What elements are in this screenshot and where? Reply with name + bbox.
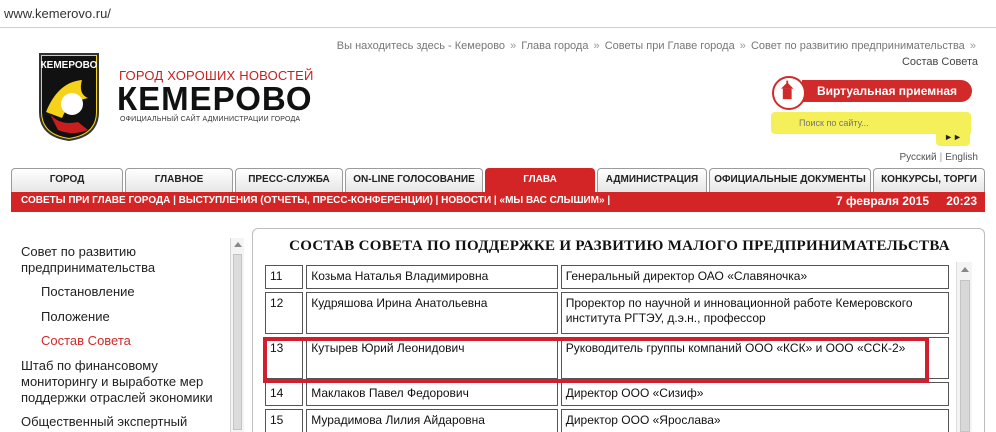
- breadcrumb-link-kemerovo[interactable]: Кемерово: [455, 40, 505, 52]
- scroll-up-arrow-icon[interactable]: [961, 267, 969, 272]
- row-number: 11: [265, 265, 304, 289]
- search-submit-button[interactable]: ►►: [936, 128, 970, 146]
- svg-text:КЕМЕРОВО: КЕМЕРОВО: [41, 60, 98, 71]
- scrollbar-thumb[interactable]: [233, 254, 242, 430]
- menu-tab-main[interactable]: ГЛАВНОЕ: [125, 168, 233, 192]
- main-menu: ГОРОД ГЛАВНОЕ ПРЕСС-СЛУЖБА ON-LINE ГОЛОС…: [11, 168, 985, 192]
- member-position: Проректор по научной и инновационной раб…: [560, 292, 949, 334]
- sidebar-item-expert-council[interactable]: Общественный экспертный: [21, 414, 225, 430]
- breadcrumb: Вы находитесь здесь - Кемерово » Глава г…: [318, 38, 978, 70]
- sidebar-item-resolution[interactable]: Постановление: [41, 284, 135, 300]
- menu-tab-head[interactable]: ГЛАВА: [485, 168, 595, 192]
- member-name: Мурадимова Лилия Айдаровна: [306, 409, 558, 432]
- menu-tab-press[interactable]: ПРЕСС-СЛУЖБА: [235, 168, 343, 192]
- table-row: 11 Козьма Наталья Владимировна Генеральн…: [265, 265, 949, 289]
- language-divider: |: [939, 152, 943, 163]
- sidebar-item-council-members[interactable]: Состав Совета: [41, 333, 131, 349]
- address-bar[interactable]: www.kemerovo.ru/: [0, 0, 996, 28]
- breadcrumb-prefix: Вы находитесь здесь -: [336, 40, 455, 52]
- virtual-reception-button[interactable]: Виртуальная приемная: [772, 76, 972, 110]
- scrollbar-thumb[interactable]: [960, 280, 970, 432]
- sidebar-item-business-council[interactable]: Совет по развитию предпринимательства: [21, 244, 221, 276]
- table-row-highlighted: 13 Кутырев Юрий Леонидович Руководитель …: [265, 337, 949, 379]
- site-tagline: ОФИЦИАЛЬНЫЙ САЙТ АДМИНИСТРАЦИИ ГОРОДА: [120, 116, 301, 123]
- member-position: Руководитель группы компаний ООО «КСК» и…: [560, 337, 949, 379]
- current-date: 7 февраля 2015: [835, 194, 929, 208]
- kemerovo-coat-of-arms-logo[interactable]: КЕМЕРОВО: [38, 52, 100, 142]
- page-title: СОСТАВ СОВЕТА ПО ПОДДЕРЖКЕ И РАЗВИТИЮ МА…: [289, 238, 950, 254]
- breadcrumb-separator: »: [593, 40, 600, 52]
- row-number: 15: [265, 409, 304, 432]
- row-number: 14: [265, 382, 304, 406]
- menu-tab-tenders[interactable]: КОНКУРСЫ, ТОРГИ: [873, 168, 985, 192]
- site-title[interactable]: КЕМЕРОВО: [117, 80, 313, 118]
- breadcrumb-link-head[interactable]: Глава города: [521, 40, 588, 52]
- sidebar-item-regulation[interactable]: Положение: [41, 309, 110, 325]
- member-name: Кутырев Юрий Леонидович: [306, 337, 558, 379]
- breadcrumb-link-councils[interactable]: Советы при Главе города: [605, 40, 735, 52]
- row-number: 13: [265, 337, 304, 379]
- menu-tab-online-voting[interactable]: ON-LINE ГОЛОСОВАНИЕ: [345, 168, 483, 192]
- sub-menu-bar: СОВЕТЫ ПРИ ГЛАВЕ ГОРОДА | ВЫСТУПЛЕНИЯ (О…: [11, 192, 985, 212]
- table-row: 14 Маклаков Павел Федорович Директор ООО…: [265, 382, 949, 406]
- breadcrumb-link-council[interactable]: Совет по развитию предпринимательства: [751, 40, 965, 52]
- menu-tab-administration[interactable]: АДМИНИСТРАЦИЯ: [597, 168, 707, 192]
- table-row: 12 Кудряшова Ирина Анатольевна Проректор…: [265, 292, 949, 334]
- language-english[interactable]: English: [945, 152, 978, 163]
- breadcrumb-separator: »: [739, 40, 746, 52]
- menu-tab-official-documents[interactable]: ОФИЦИАЛЬНЫЕ ДОКУМЕНТЫ: [709, 168, 871, 192]
- member-position: Генеральный директор ОАО «Славяночка»: [560, 265, 949, 289]
- content-scrollbar[interactable]: [956, 262, 972, 432]
- member-name: Маклаков Павел Федорович: [306, 382, 558, 406]
- menu-tab-city[interactable]: ГОРОД: [11, 168, 123, 192]
- breadcrumb-separator: »: [510, 40, 517, 52]
- sidebar-item-monitoring-hq[interactable]: Штаб по финансовому мониторингу и вырабо…: [21, 358, 225, 406]
- breadcrumb-current: Состав Совета: [901, 56, 978, 68]
- breadcrumb-separator: »: [969, 40, 976, 52]
- sidebar-nav: Совет по развитию предпринимательства По…: [0, 232, 244, 432]
- url-text: www.kemerovo.ru/: [4, 6, 111, 21]
- member-position: Директор ООО «Ярослава»: [560, 409, 949, 432]
- sub-menu-links[interactable]: СОВЕТЫ ПРИ ГЛАВЕ ГОРОДА | ВЫСТУПЛЕНИЯ (О…: [21, 195, 610, 206]
- virtual-reception-label: Виртуальная приемная: [802, 80, 972, 102]
- building-icon: [772, 76, 806, 110]
- member-name: Козьма Наталья Владимировна: [306, 265, 558, 289]
- table-row: 15 Мурадимова Лилия Айдаровна Директор О…: [265, 409, 949, 432]
- member-position: Директор ООО «Сизиф»: [560, 382, 949, 406]
- scroll-up-arrow-icon[interactable]: [234, 242, 242, 247]
- members-table: 11 Козьма Наталья Владимировна Генеральн…: [262, 262, 952, 432]
- current-time: 20:23: [946, 194, 977, 208]
- language-switcher: Русский | English: [899, 152, 978, 163]
- member-name: Кудряшова Ирина Анатольевна: [306, 292, 558, 334]
- language-russian[interactable]: Русский: [899, 152, 936, 163]
- row-number: 12: [265, 292, 304, 334]
- sidebar-scrollbar[interactable]: [230, 238, 244, 432]
